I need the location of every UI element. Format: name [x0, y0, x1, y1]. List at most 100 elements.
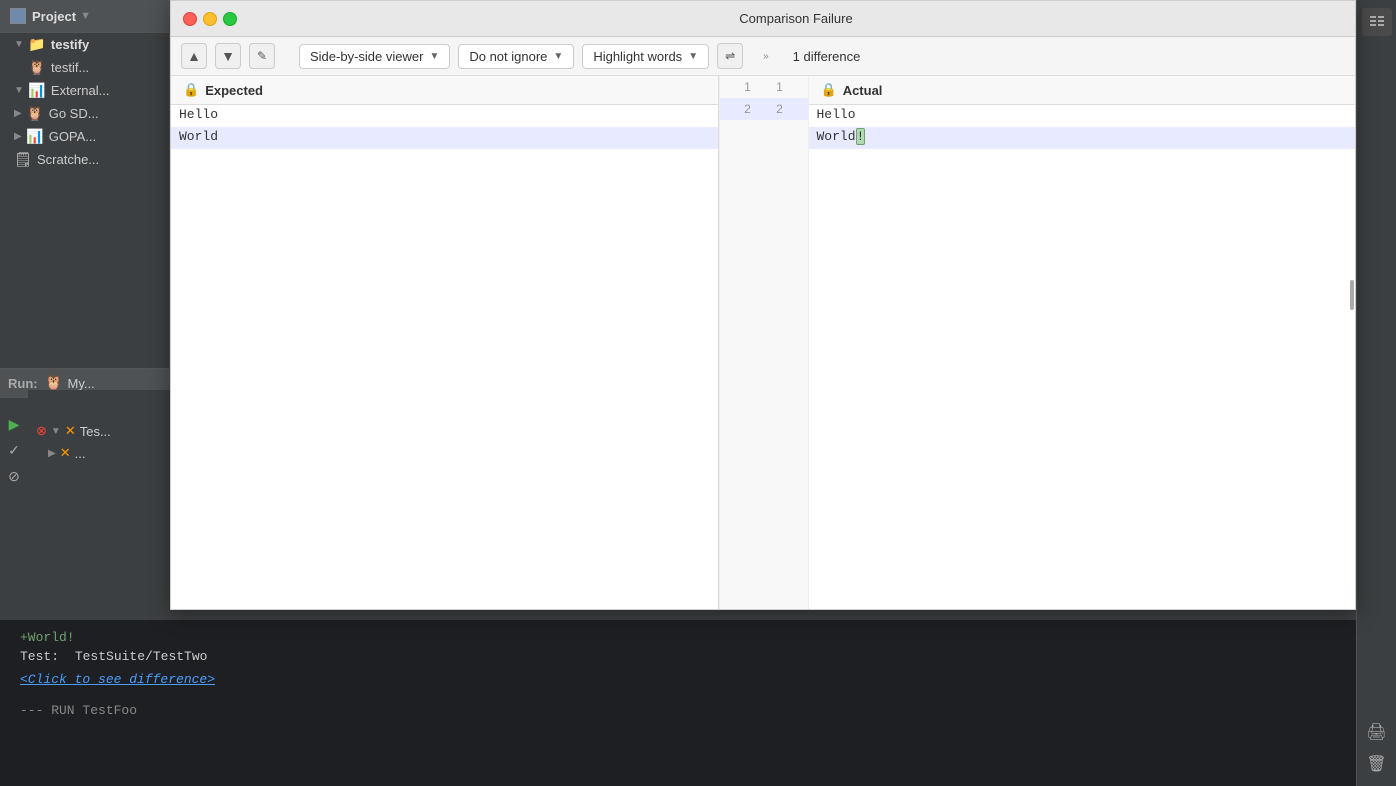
expected-title: Expected — [205, 83, 263, 98]
error-icon: ⊗ — [36, 423, 47, 439]
bar-chart-icon-2: 📊 — [26, 128, 44, 145]
actual-panel: 🔒 Actual Hello World! — [809, 76, 1356, 609]
owl-icon: 🦉 — [28, 59, 46, 76]
actual-line-2-text: World! — [809, 127, 1356, 149]
sidebar-header[interactable]: Project ▼ — [0, 0, 169, 33]
expected-line-2: World — [171, 127, 718, 149]
gutter-line-2: 2 2 — [720, 98, 808, 120]
run-panel-item-1[interactable]: ⊗ ▼ ✕ Tes... — [28, 420, 170, 442]
sidebar-item-gopa[interactable]: ▶ 📊 GOPA... — [0, 125, 169, 148]
run-footer-line: --- RUN TestFoo — [20, 703, 1336, 718]
collapse-arrow: ▶ — [14, 131, 22, 142]
ignore-dropdown[interactable]: Do not ignore ▼ — [458, 44, 574, 69]
sidebar-item-testif[interactable]: 🦉 testif... — [0, 56, 169, 79]
sidebar-item-label: Scratche... — [37, 152, 99, 167]
click-to-see-difference-link[interactable]: <Click to see difference> — [20, 672, 215, 687]
comparison-dialog: Comparison Failure ▲ ▼ ✎ Side-by-side vi… — [170, 0, 1356, 610]
expected-lock-icon: 🔒 — [183, 82, 199, 98]
actual-header: 🔒 Actual — [809, 76, 1356, 105]
next-diff-button[interactable]: ▼ — [215, 43, 241, 69]
collapse-arrow: ▼ — [14, 39, 24, 50]
run-label: Run: — [8, 376, 38, 391]
gutter-line-1: 1 1 — [720, 76, 808, 98]
diff-highlight-exclamation: ! — [856, 128, 866, 145]
test-label: Test: — [20, 649, 59, 664]
diff-added-line: +World! — [20, 630, 1336, 645]
diff-view-button[interactable] — [1362, 8, 1392, 36]
sidebar-item-gosd[interactable]: ▶ 🦉 Go SD... — [0, 102, 169, 125]
expected-content: Hello World — [171, 105, 718, 609]
stop-button[interactable]: ⊘ — [2, 464, 26, 488]
dialog-toolbar: ▲ ▼ ✎ Side-by-side viewer ▼ Do not ignor… — [171, 37, 1355, 76]
sidebar-item-label: GOPA... — [49, 129, 96, 144]
right-line-num-2: 2 — [772, 102, 788, 116]
sidebar-item-label: Go SD... — [49, 106, 99, 121]
right-line-num-1: 1 — [772, 80, 788, 94]
previous-diff-button[interactable]: ▲ — [181, 43, 207, 69]
viewer-dropdown-arrow: ▼ — [429, 51, 439, 62]
expected-header: 🔒 Expected — [171, 76, 718, 105]
check-button[interactable]: ✓ — [2, 438, 26, 462]
actual-lock-icon: 🔒 — [821, 82, 837, 98]
left-toolbar: ▶ ✓ ⊘ — [0, 408, 28, 492]
highlight-label: Highlight words — [593, 49, 682, 64]
sidebar-header-label: Project — [32, 9, 76, 24]
print-button[interactable]: 🖨 — [1362, 718, 1392, 746]
sidebar-item-external[interactable]: ▼ 📊 External... — [0, 79, 169, 102]
run-button[interactable]: ▶ — [2, 412, 26, 436]
expected-panel: 🔒 Expected Hello World — [171, 76, 719, 609]
collapse-arrow: ▶ — [14, 108, 22, 119]
traffic-lights — [183, 12, 237, 26]
sidebar-item-testify[interactable]: ▼ 📁 testify — [0, 33, 169, 56]
expected-line-1: Hello — [171, 105, 718, 127]
delete-button[interactable]: 🗑 — [1362, 750, 1392, 778]
right-toolbar: 🖨 🗑 — [1356, 0, 1396, 786]
owl-icon-2: 🦉 — [26, 105, 44, 122]
viewer-label: Side-by-side viewer — [310, 49, 423, 64]
project-icon — [10, 8, 26, 24]
folder-icon: 📁 — [28, 36, 46, 53]
test-info-line: Test: TestSuite/TestTwo — [20, 649, 1336, 664]
line-numbers-gutter: 1 1 2 2 — [719, 76, 809, 609]
maximize-button[interactable] — [223, 12, 237, 26]
test-value: TestSuite/TestTwo — [75, 649, 208, 664]
test-item-label-2: ... — [75, 446, 86, 461]
click-link-container: <Click to see difference> — [20, 672, 1336, 687]
run-line-text: --- RUN TestFoo — [20, 703, 137, 718]
run-panel-item-2[interactable]: ▶ ✕ ... — [28, 442, 170, 464]
scroll-indicator — [1350, 280, 1354, 310]
expected-line-2-text: World — [171, 127, 718, 149]
run-test-name: My... — [68, 376, 95, 391]
edit-diff-button[interactable]: ✎ — [249, 43, 275, 69]
warning-icon-2: ✕ — [60, 445, 71, 461]
warning-icon: ✕ — [65, 423, 76, 439]
actual-line-1: Hello — [809, 105, 1356, 127]
viewer-dropdown[interactable]: Side-by-side viewer ▼ — [299, 44, 450, 69]
expected-line-1-text: Hello — [171, 105, 718, 127]
actual-content: Hello World! — [809, 105, 1356, 609]
diff-view-icon — [1369, 14, 1385, 30]
scratch-icon: 🗒 — [14, 151, 32, 168]
ignore-label: Do not ignore — [469, 49, 547, 64]
sidebar-item-scratches[interactable]: 🗒 Scratche... — [0, 148, 169, 171]
dialog-titlebar: Comparison Failure — [171, 1, 1355, 37]
actual-title: Actual — [843, 83, 883, 98]
collapse-arrow: ▼ — [14, 85, 24, 96]
diff-count-label: 1 difference — [793, 49, 861, 64]
test-item-label: Tes... — [80, 424, 111, 439]
diff-view-area: 🔒 Expected Hello World 1 1 2 2 — [171, 76, 1355, 609]
left-line-num-2: 2 — [740, 102, 756, 116]
sidebar-dropdown-arrow[interactable]: ▼ — [80, 10, 91, 22]
highlight-dropdown[interactable]: Highlight words ▼ — [582, 44, 709, 69]
ignore-dropdown-arrow: ▼ — [553, 51, 563, 62]
bar-chart-icon: 📊 — [28, 82, 46, 99]
minimize-button[interactable] — [203, 12, 217, 26]
chevron-right-icon: » — [763, 51, 769, 62]
expand-arrow: ▼ — [51, 426, 61, 437]
left-line-num-1: 1 — [740, 80, 756, 94]
sidebar-item-label: External... — [51, 83, 110, 98]
align-button[interactable]: ⇌ — [717, 43, 743, 69]
actual-line-1-text: Hello — [809, 105, 1356, 127]
close-button[interactable] — [183, 12, 197, 26]
sidebar-item-label: testify — [51, 37, 89, 52]
